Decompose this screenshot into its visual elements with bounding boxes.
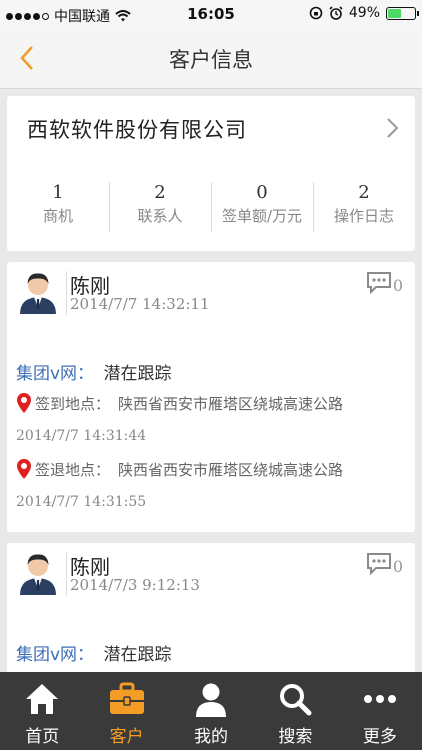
- checkout-label: 签退地点：: [35, 460, 111, 479]
- search-icon: [280, 684, 312, 716]
- checkin-location: 签到地点： 陕西省西安市雁塔区绕城高速公路: [16, 392, 343, 414]
- stat-contract-amount[interactable]: 0 签单额/万元: [211, 178, 313, 238]
- stat-value: 1: [52, 182, 64, 203]
- tab-home[interactable]: 首页: [0, 672, 84, 750]
- visit-record[interactable]: 陈刚 2014/7/3 9:12:13 0 集团v网： 潜在跟踪: [7, 543, 415, 683]
- group-value: 潜在跟踪: [103, 364, 172, 384]
- tab-customers[interactable]: 客户: [84, 672, 168, 750]
- home-icon: [26, 684, 59, 714]
- tab-mine[interactable]: 我的: [169, 672, 253, 750]
- record-time: 2014/7/3 9:12:13: [70, 576, 200, 594]
- stat-operation-log[interactable]: 2 操作日志: [313, 178, 415, 238]
- briefcase-icon: [109, 682, 144, 714]
- checkout-location: 签退地点： 陕西省西安市雁塔区绕城高速公路: [16, 458, 343, 480]
- chevron-right-icon[interactable]: [385, 116, 401, 140]
- battery-percent: 49%: [348, 5, 380, 21]
- comment-button[interactable]: 0: [366, 270, 403, 295]
- tab-label: 搜索: [278, 727, 313, 747]
- stat-opportunities[interactable]: 1 商机: [7, 178, 109, 238]
- divider: [66, 271, 67, 315]
- location-pin-icon: [17, 459, 31, 479]
- stat-label: 商机: [42, 207, 73, 225]
- company-card: 西软软件股份有限公司 1 商机 2 联系人 0 签单额/万元 2 操作日志: [7, 96, 415, 251]
- comment-count: 0: [392, 276, 403, 295]
- tab-label: 首页: [25, 727, 60, 747]
- tab-label: 客户: [109, 727, 144, 747]
- company-name[interactable]: 西软软件股份有限公司: [27, 114, 247, 144]
- comment-icon: [366, 271, 391, 294]
- stat-value: 2: [358, 182, 370, 203]
- group-status: 集团v网： 潜在跟踪: [16, 640, 171, 665]
- comment-count: 0: [392, 557, 403, 576]
- page-title: 客户信息: [169, 48, 253, 72]
- status-bar: 中国联通 16:05 49%: [0, 0, 422, 28]
- rotation-lock-icon: [309, 6, 323, 20]
- person-icon: [196, 683, 227, 717]
- comment-icon: [366, 552, 391, 575]
- checkout-time: 2014/7/7 14:31:55: [16, 494, 147, 510]
- checkin-address: 陕西省西安市雁塔区绕城高速公路: [118, 394, 344, 413]
- stat-value: 0: [256, 182, 268, 203]
- alarm-icon: [329, 6, 343, 20]
- nav-bar: 客户信息: [0, 28, 422, 89]
- stat-contacts[interactable]: 2 联系人: [109, 178, 211, 238]
- tab-search[interactable]: 搜索: [253, 672, 337, 750]
- record-time: 2014/7/7 14:32:11: [70, 295, 210, 313]
- company-stats: 1 商机 2 联系人 0 签单额/万元 2 操作日志: [7, 178, 415, 238]
- more-icon: [363, 695, 396, 703]
- group-status: 集团v网： 潜在跟踪: [16, 359, 171, 384]
- tab-label: 我的: [194, 727, 229, 747]
- tab-label: 更多: [362, 727, 397, 747]
- stat-value: 2: [154, 182, 166, 203]
- divider: [66, 552, 67, 596]
- avatar: [20, 554, 56, 595]
- location-pin-icon: [17, 393, 31, 413]
- comment-button[interactable]: 0: [366, 551, 403, 576]
- stat-label: 操作日志: [333, 207, 394, 225]
- group-label: 集团v网：: [16, 645, 95, 665]
- visit-record[interactable]: 陈刚 2014/7/7 14:32:11 0 集团v网： 潜在跟踪 签到地点： …: [7, 262, 415, 532]
- stat-label: 签单额/万元: [221, 207, 303, 225]
- checkin-label: 签到地点：: [35, 394, 111, 413]
- group-label: 集团v网：: [16, 364, 95, 384]
- avatar: [20, 273, 56, 314]
- checkin-time: 2014/7/7 14:31:44: [16, 428, 147, 444]
- tab-more[interactable]: 更多: [338, 672, 422, 750]
- checkout-address: 陕西省西安市雁塔区绕城高速公路: [118, 460, 344, 479]
- tab-bar: 首页 客户 我的 搜索 更多: [0, 672, 422, 750]
- battery-icon: [386, 6, 419, 20]
- group-value: 潜在跟踪: [103, 645, 172, 665]
- stat-label: 联系人: [137, 207, 183, 225]
